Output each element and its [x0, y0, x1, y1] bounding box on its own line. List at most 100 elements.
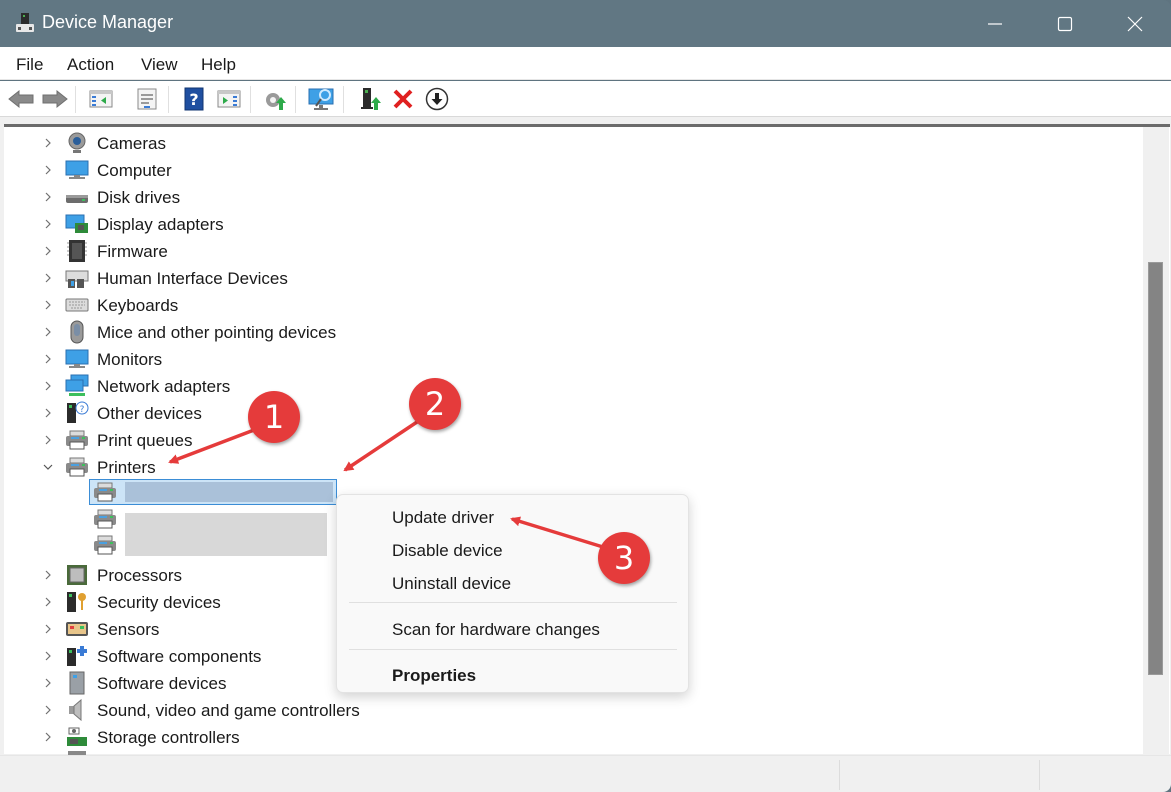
sensor-icon [66, 622, 88, 636]
tree-category-keyboards[interactable] [36, 292, 436, 319]
uninstall-device-button[interactable] [389, 86, 417, 112]
chevron-right-icon[interactable] [43, 192, 53, 202]
callout-badge-2: 2 [409, 378, 461, 430]
menu-disable-device[interactable]: Disable device [392, 541, 503, 561]
tree-category-label: Keyboards [97, 296, 179, 315]
hid-icon [65, 270, 89, 288]
action-pane-button[interactable] [215, 86, 243, 112]
enable-device-icon [361, 88, 381, 110]
chevron-right-icon[interactable] [43, 624, 53, 634]
menu-view[interactable]: View [141, 55, 178, 75]
chevron-right-icon[interactable] [43, 138, 53, 148]
toolbar-separator [250, 86, 251, 113]
tree-category-printers[interactable] [36, 454, 436, 481]
printer-icon [66, 457, 88, 477]
properties-icon [137, 88, 157, 110]
tree-category-firmware[interactable] [36, 238, 436, 265]
chevron-right-icon[interactable] [43, 570, 53, 580]
chevron-right-icon[interactable] [43, 219, 53, 229]
chevron-right-icon[interactable] [43, 651, 53, 661]
status-panel [839, 760, 1039, 790]
menu-properties[interactable]: Properties [392, 666, 476, 686]
tree-category-label: Cameras [97, 134, 166, 153]
chevron-right-icon[interactable] [43, 408, 53, 418]
chevron-right-icon[interactable] [43, 354, 53, 364]
chevron-down-icon[interactable] [43, 462, 53, 472]
tree-category-monitors[interactable] [36, 346, 436, 373]
printer-icon [94, 535, 116, 555]
chevron-right-icon[interactable] [43, 165, 53, 175]
menu-uninstall-device[interactable]: Uninstall device [392, 574, 511, 594]
callout-badge-1: 1 [248, 391, 300, 443]
enable-device-button[interactable] [356, 86, 384, 112]
printer-name-redacted [125, 482, 333, 502]
storage-controller-icon [67, 727, 87, 746]
software-device-icon [69, 671, 85, 695]
disable-device-button[interactable] [423, 86, 451, 112]
back-button[interactable] [7, 86, 35, 112]
chevron-right-icon[interactable] [43, 678, 53, 688]
forward-button[interactable] [41, 86, 69, 112]
tree-category-label: Other devices [97, 404, 202, 423]
tree-category-disk-drives[interactable] [36, 184, 436, 211]
title-bar: Device Manager [0, 0, 1171, 47]
mouse-icon [70, 320, 84, 344]
tree-category-label: Software components [97, 647, 262, 666]
tree-category-label: Sensors [97, 620, 160, 639]
chevron-right-icon[interactable] [43, 246, 53, 256]
toolbar-separator [75, 86, 76, 113]
tree-category-label: Storage controllers [97, 728, 240, 747]
tree-category-network-adapters[interactable] [36, 373, 436, 400]
update-driver-button[interactable] [261, 86, 289, 112]
tree-category-other-devices[interactable] [36, 400, 436, 427]
toolbar: ? [0, 81, 1171, 117]
chevron-right-icon[interactable] [43, 327, 53, 337]
tree-category-label: Sound, video and game controllers [97, 701, 360, 720]
tree-category-label: Mice and other pointing devices [97, 323, 337, 342]
chevron-right-icon[interactable] [43, 732, 53, 742]
menu-file[interactable]: File [16, 55, 43, 75]
menu-action[interactable]: Action [67, 55, 114, 75]
tree-category-computer[interactable] [36, 157, 436, 184]
scan-hardware-button[interactable] [307, 86, 335, 112]
tree-category-label: Monitors [97, 350, 163, 369]
network-adapter-icon [65, 374, 89, 396]
chevron-right-icon[interactable] [43, 705, 53, 715]
close-button[interactable] [1100, 0, 1170, 47]
software-component-icon [67, 646, 87, 666]
minimize-button[interactable] [960, 0, 1030, 47]
processor-icon [67, 565, 87, 585]
chevron-right-icon[interactable] [43, 300, 53, 310]
chevron-right-icon[interactable] [43, 435, 53, 445]
console-tree-button[interactable] [87, 86, 115, 112]
toolbar-separator [295, 86, 296, 113]
menu-scan-hardware[interactable]: Scan for hardware changes [392, 620, 600, 640]
tree-category-cameras[interactable] [36, 130, 436, 157]
printer-icon [94, 482, 116, 502]
tree-category-print-queues[interactable] [36, 427, 436, 454]
maximize-button[interactable] [1030, 0, 1100, 47]
chevron-right-icon[interactable] [43, 381, 53, 391]
printer-icon [66, 430, 88, 450]
svg-text:?: ? [189, 90, 198, 109]
window-title: Device Manager [42, 12, 174, 32]
scrollbar-thumb[interactable] [1148, 262, 1163, 675]
console-tree-icon [89, 90, 113, 108]
disk-drive-icon [66, 195, 88, 203]
chevron-right-icon[interactable] [43, 597, 53, 607]
tree-category-label: Human Interface Devices [97, 269, 288, 288]
help-icon: ? [184, 87, 204, 111]
vertical-scrollbar[interactable] [1143, 127, 1169, 754]
properties-button[interactable] [133, 86, 161, 112]
menu-help[interactable]: Help [201, 55, 236, 75]
menu-update-driver[interactable]: Update driver [392, 508, 494, 528]
device-manager-app-icon [16, 13, 34, 32]
tree-category-display-adapters[interactable] [36, 211, 436, 238]
computer-icon [65, 160, 89, 179]
tree-category-label: Disk drives [97, 188, 181, 207]
help-button[interactable]: ? [180, 86, 208, 112]
svg-text:?: ? [80, 405, 85, 415]
status-bar [0, 755, 1171, 792]
chevron-right-icon[interactable] [43, 273, 53, 283]
tree-category-label: Printers [97, 458, 156, 477]
